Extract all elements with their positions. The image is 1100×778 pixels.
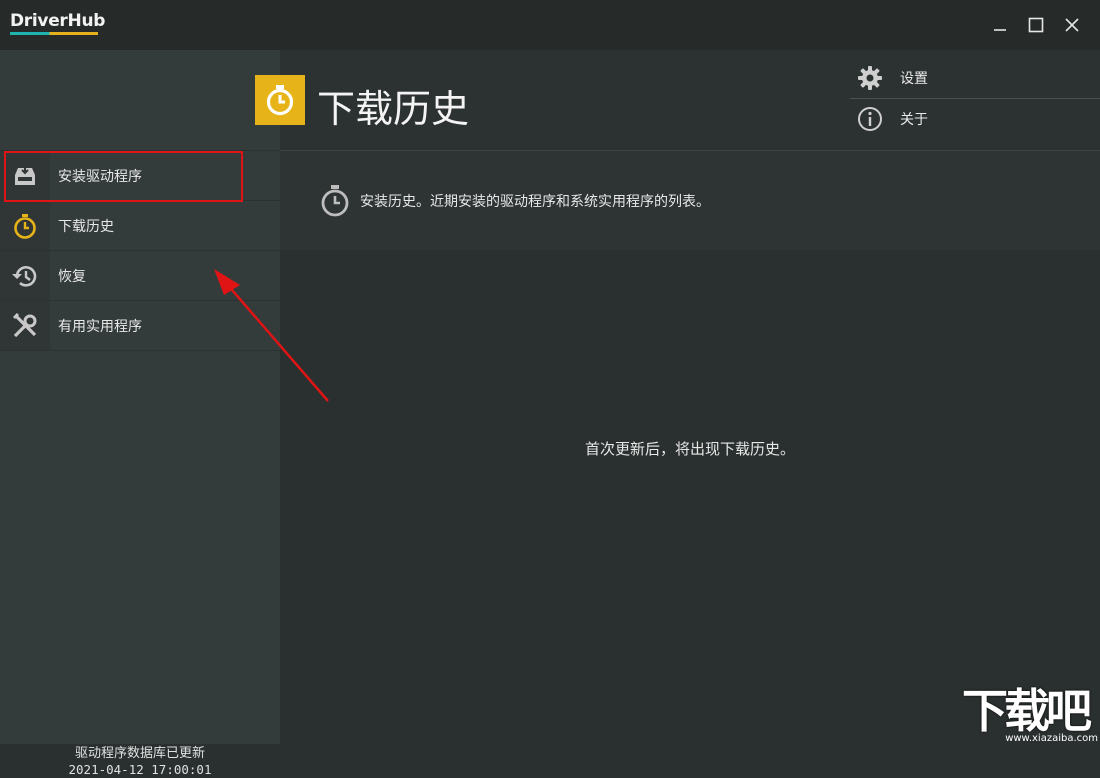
stopwatch-icon: [0, 201, 50, 250]
about-button[interactable]: 关于: [850, 99, 1100, 139]
history-restore-icon: [0, 251, 50, 300]
annotation-highlight-box: [4, 151, 243, 202]
close-icon: [1065, 18, 1079, 32]
tools-icon: [0, 301, 50, 350]
app-logo: DriverHub: [10, 11, 106, 31]
stopwatch-icon: [318, 184, 352, 222]
settings-button[interactable]: 设置: [850, 58, 1100, 99]
logo-underline: [10, 32, 98, 35]
settings-label: 设置: [900, 71, 928, 87]
description-bar: 安装历史。近期安装的驱动程序和系统实用程序的列表。: [280, 151, 1100, 250]
title-bar: DriverHub: [0, 0, 1100, 50]
database-status: 驱动程序数据库已更新 2021-04-12 17:00:01: [0, 746, 280, 778]
page-description: 安装历史。近期安装的驱动程序和系统实用程序的列表。: [360, 194, 710, 210]
info-icon: [852, 106, 888, 132]
close-button[interactable]: [1059, 12, 1085, 38]
gear-icon: [852, 65, 888, 91]
top-menu: 设置 关于: [850, 58, 1100, 139]
page-title: 下载历史: [317, 87, 470, 131]
maximize-icon: [1028, 17, 1044, 33]
watermark-text: 下载吧: [962, 684, 1092, 738]
minimize-icon: [994, 29, 1006, 31]
watermark: 下载吧 www.xiazaiba.com: [962, 686, 1100, 744]
sidebar-item-label: 有用实用程序: [58, 318, 142, 335]
sidebar-item-label: 下载历史: [58, 218, 114, 235]
annotation-arrow: [214, 269, 329, 402]
minimize-button[interactable]: [987, 12, 1013, 38]
main-content: 首次更新后，将出现下载历史。: [280, 250, 1100, 744]
watermark-url: www.xiazaiba.com: [1005, 733, 1098, 744]
about-label: 关于: [900, 112, 928, 128]
empty-state-message: 首次更新后，将出现下载历史。: [584, 440, 795, 458]
sidebar-item-label: 恢复: [58, 268, 86, 285]
sidebar-item-download-history[interactable]: 下载历史: [0, 200, 280, 250]
maximize-button[interactable]: [1023, 12, 1049, 38]
database-status-text: 驱动程序数据库已更新: [74, 746, 205, 761]
database-update-time: 2021-04-12 17:00:01: [68, 762, 212, 777]
stopwatch-icon: [255, 75, 305, 125]
